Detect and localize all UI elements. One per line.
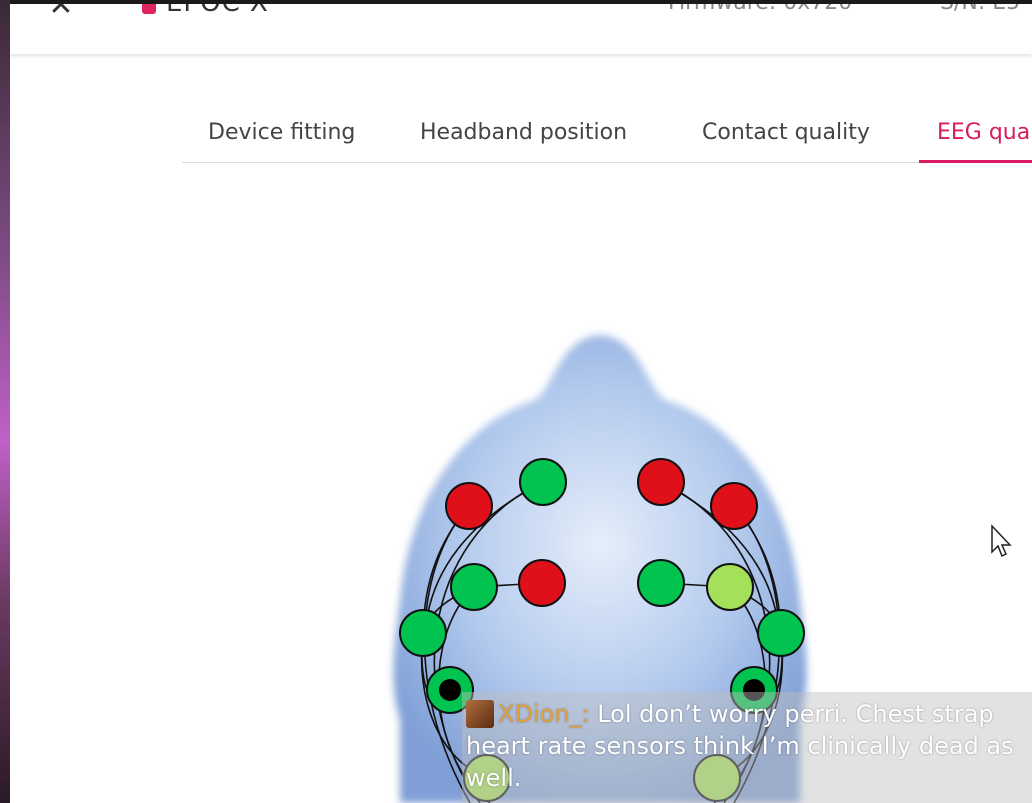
sensor-fc5 — [518, 559, 566, 607]
chat-username: XDion_: — [498, 700, 590, 728]
mouse-cursor-icon — [991, 524, 1012, 558]
head-diagram — [393, 335, 807, 803]
sensor-f3 — [450, 563, 498, 611]
chat-message: XDion_: Lol don’t worry perri. Chest str… — [466, 698, 1032, 794]
sensor-f7 — [519, 458, 567, 506]
sensor-f4 — [706, 563, 754, 611]
stream-chat-overlay: XDion_: Lol don’t worry perri. Chest str… — [462, 692, 1032, 803]
sensor-f8 — [637, 458, 685, 506]
sensor-fc6 — [637, 559, 685, 607]
sensor-af4 — [710, 482, 758, 530]
sensor-t7 — [399, 609, 447, 657]
background-window-edge — [0, 0, 10, 803]
sensor-t8 — [757, 609, 805, 657]
reference-dot-left — [439, 679, 461, 701]
app-window: ✕ EPOC X Firmware: 0x720 S/N: E5 Device … — [10, 4, 1032, 803]
sensor-af3 — [445, 482, 493, 530]
